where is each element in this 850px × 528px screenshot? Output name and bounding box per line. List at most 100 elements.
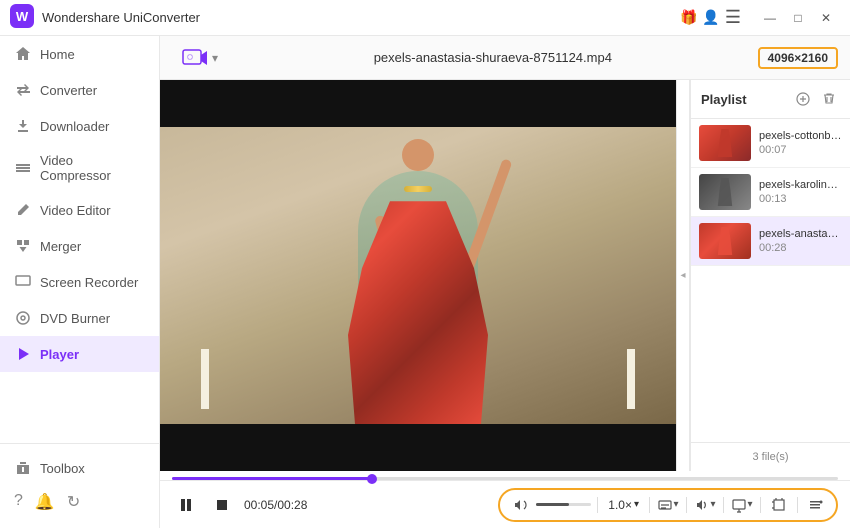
playlist-header: Playlist: [691, 80, 850, 119]
delete-playlist-icon[interactable]: [818, 88, 840, 110]
sidebar-label-converter: Converter: [40, 83, 97, 98]
title-bar: W Wondershare UniConverter 🎁 👤 ☰ — □ ✕: [0, 0, 850, 36]
crop-icon[interactable]: [767, 493, 791, 517]
speed-chevron: ▾: [634, 499, 639, 510]
progress-thumb[interactable]: [367, 474, 377, 484]
converter-icon: [14, 81, 32, 99]
sidebar-item-video-compressor[interactable]: Video Compressor: [0, 144, 159, 192]
sidebar: Home Converter Downloader Video Compress…: [0, 36, 160, 528]
sidebar-item-downloader[interactable]: Downloader: [0, 108, 159, 144]
menu-icon[interactable]: ☰: [722, 7, 744, 29]
subtitle-icon[interactable]: ▾: [656, 493, 680, 517]
progress-fill: [172, 477, 372, 480]
add-to-playlist-icon[interactable]: [792, 88, 814, 110]
screen-icon: [14, 273, 32, 291]
sidebar-item-dvd-burner[interactable]: DVD Burner: [0, 300, 159, 336]
sidebar-item-converter[interactable]: Converter: [0, 72, 159, 108]
volume-slider[interactable]: [536, 503, 591, 506]
playlist-item[interactable]: pexels-karolina-... 00:13: [691, 168, 850, 217]
sidebar-label-player: Player: [40, 347, 79, 362]
playlist-title: Playlist: [701, 92, 788, 107]
app-logo: W: [10, 4, 34, 31]
divider: [597, 497, 598, 513]
divider: [760, 497, 761, 513]
playlist-panel: Playlist: [690, 80, 850, 471]
player-icon: [14, 345, 32, 363]
right-controls-group: 1.0× ▾ ▾: [498, 488, 838, 522]
sidebar-label-video-compressor: Video Compressor: [40, 153, 145, 183]
screen-size-icon[interactable]: ▾: [730, 493, 754, 517]
sidebar-label-merger: Merger: [40, 239, 81, 254]
speed-value: 1.0×: [608, 498, 632, 512]
divider: [686, 497, 687, 513]
playlist-toggle-icon[interactable]: [804, 493, 828, 517]
sidebar-item-home[interactable]: Home: [0, 36, 159, 72]
playlist-item-dur-2: 00:13: [759, 193, 842, 205]
video-scene: [160, 127, 676, 424]
resolution-badge: 4096×2160: [758, 47, 838, 69]
playlist-item-name-3: pexels-anastasia...: [759, 228, 842, 240]
stop-button[interactable]: [208, 491, 236, 519]
sidebar-item-toolbox[interactable]: Toolbox: [0, 452, 159, 484]
gift-icon[interactable]: 🎁: [678, 7, 700, 29]
add-file-button[interactable]: ▾: [172, 40, 228, 76]
dancer-dress: [348, 201, 488, 424]
dancer-jewelry: [404, 186, 432, 192]
playlist-item-info-1: pexels-cottonbr... 00:07: [759, 130, 842, 156]
video-player[interactable]: [160, 80, 676, 471]
volume-fill: [536, 503, 569, 506]
progress-bar-outer: [160, 471, 850, 480]
sidebar-label-screen-recorder: Screen Recorder: [40, 275, 138, 290]
speed-control[interactable]: 1.0× ▾: [604, 497, 643, 513]
playlist-thumb-3: [699, 223, 751, 259]
audio-icon[interactable]: ▾: [693, 493, 717, 517]
minimize-button[interactable]: —: [756, 8, 784, 28]
player-playlist-row: ◂ Playlist: [160, 80, 850, 471]
sidebar-item-merger[interactable]: Merger: [0, 228, 159, 264]
sidebar-item-screen-recorder[interactable]: Screen Recorder: [0, 264, 159, 300]
time-display: 00:05/00:28: [244, 498, 307, 512]
home-icon: [14, 45, 32, 63]
divider: [649, 497, 650, 513]
file-count: 3 file(s): [752, 451, 788, 463]
sidebar-item-video-editor[interactable]: Video Editor: [0, 192, 159, 228]
player-top-bar: ▾ pexels-anastasia-shuraeva-8751124.mp4 …: [160, 36, 850, 80]
merge-icon: [14, 237, 32, 255]
playlist-thumb-2: [699, 174, 751, 210]
seek-bar[interactable]: [172, 477, 838, 480]
user-icon[interactable]: 👤: [700, 7, 722, 29]
playlist-item-name-2: pexels-karolina-...: [759, 179, 842, 191]
playlist-item[interactable]: pexels-cottonbr... 00:07: [691, 119, 850, 168]
app-title: Wondershare UniConverter: [42, 10, 678, 25]
candle-left: [201, 349, 209, 409]
edit-icon: [14, 201, 32, 219]
divider: [723, 497, 724, 513]
maximize-button[interactable]: □: [784, 8, 812, 28]
help-icon[interactable]: ?: [14, 492, 23, 512]
dvd-icon: [14, 309, 32, 327]
main-layout: Home Converter Downloader Video Compress…: [0, 36, 850, 528]
divider: [797, 497, 798, 513]
sidebar-label-downloader: Downloader: [40, 119, 109, 134]
video-frame: [160, 80, 676, 471]
download-icon: [14, 117, 32, 135]
compress-icon: [14, 159, 32, 177]
collapse-handle[interactable]: ◂: [676, 80, 690, 471]
candle-right: [627, 349, 635, 409]
sidebar-label-toolbox: Toolbox: [40, 461, 85, 476]
chevron-down-icon: ▾: [212, 51, 218, 65]
sidebar-bottom: Toolbox ? 🔔 ↻: [0, 443, 159, 528]
refresh-icon[interactable]: ↻: [67, 492, 80, 512]
pause-button[interactable]: [172, 491, 200, 519]
svg-text:W: W: [16, 9, 29, 24]
volume-icon[interactable]: [508, 493, 532, 517]
bell-icon[interactable]: 🔔: [35, 492, 55, 512]
playlist-item[interactable]: pexels-anastasia... 00:28: [691, 217, 850, 266]
video-content: [160, 80, 676, 471]
playlist-items: pexels-cottonbr... 00:07 pexels-karolina: [691, 119, 850, 442]
playlist-item-dur-1: 00:07: [759, 144, 842, 156]
sidebar-item-player[interactable]: Player: [0, 336, 159, 372]
dancer-head: [402, 139, 434, 171]
playlist-item-info-2: pexels-karolina-... 00:13: [759, 179, 842, 205]
close-button[interactable]: ✕: [812, 8, 840, 28]
